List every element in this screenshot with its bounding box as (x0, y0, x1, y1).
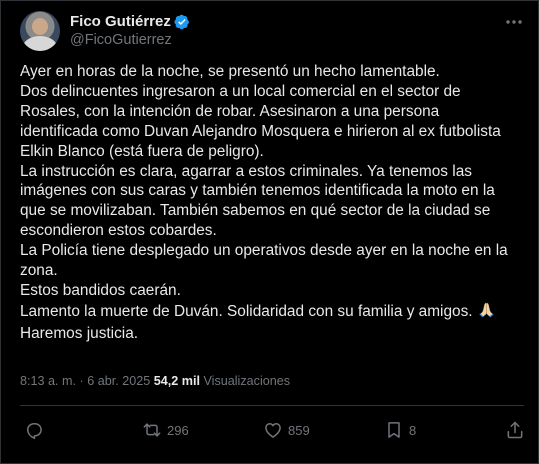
like-count: 859 (288, 422, 310, 438)
retweet-button[interactable]: 296 (142, 419, 189, 441)
avatar-shoulders (23, 36, 57, 51)
like-button[interactable]: 859 (263, 419, 310, 441)
display-name[interactable]: Fico Gutiérrez (70, 13, 171, 30)
more-button[interactable] (504, 14, 524, 28)
retweet-count: 296 (167, 422, 189, 438)
tweet-date[interactable]: 6 abr. 2025 (87, 374, 150, 388)
divider (20, 405, 524, 406)
meta-separator: · (79, 374, 84, 388)
bookmark-button[interactable]: 8 (384, 419, 416, 441)
tweet-time[interactable]: 8:13 a. m. (20, 374, 76, 388)
author-names: Fico Gutiérrez @FicoGutierrez (70, 12, 190, 48)
avatar-face (32, 18, 48, 35)
share-icon (507, 421, 523, 439)
bookmark-icon (388, 422, 400, 438)
display-name-row: Fico Gutiérrez (70, 12, 190, 31)
action-bar: 296 859 8 (20, 419, 524, 441)
handle[interactable]: @FicoGutierrez (70, 32, 190, 48)
avatar[interactable] (20, 11, 60, 51)
tweet-last-line: Haremos justicia. (20, 324, 139, 342)
verified-badge-icon (174, 14, 190, 30)
tweet-meta: 8:13 a. m. · 6 abr. 2025 54,2 mil Visual… (20, 374, 290, 388)
praying-hands-emoji (477, 301, 496, 324)
reply-button[interactable] (24, 419, 49, 441)
tweet-body: Ayer en horas de la noche, se presentó u… (20, 63, 508, 320)
reply-icon (27, 423, 42, 440)
views-count: 54,2 mil (153, 374, 200, 388)
views-label: Visualizaciones (203, 374, 291, 388)
tweet-text: Ayer en horas de la noche, se presentó u… (20, 62, 525, 344)
retweet-icon (143, 423, 161, 437)
more-horizontal-icon (506, 20, 522, 24)
tweet-header: Fico Gutiérrez @FicoGutierrez (20, 11, 524, 51)
share-button[interactable] (505, 419, 525, 441)
bookmark-count: 8 (409, 422, 417, 438)
heart-icon (265, 423, 281, 438)
tweet-card: Fico Gutiérrez @FicoGutierrez Ayer en ho… (0, 0, 539, 464)
